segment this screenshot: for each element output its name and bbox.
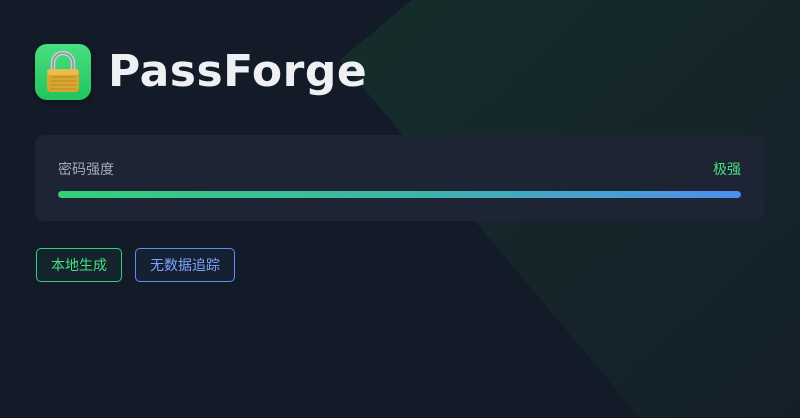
lock-icon	[35, 44, 91, 100]
app-window: PassForge 密码强度 极强 本地生成 无数据追踪	[0, 0, 800, 418]
strength-meter-fill	[58, 191, 741, 198]
app-header: PassForge	[35, 44, 367, 100]
strength-label: 密码强度	[58, 162, 114, 178]
badge-no-tracking: 无数据追踪	[135, 248, 235, 282]
strength-level: 极强	[713, 162, 741, 178]
badge-local-generation: 本地生成	[36, 248, 122, 282]
feature-badges: 本地生成 无数据追踪	[36, 248, 235, 282]
password-strength-card: 密码强度 极强	[35, 135, 764, 221]
app-title: PassForge	[108, 46, 368, 97]
strength-meter	[58, 191, 741, 198]
